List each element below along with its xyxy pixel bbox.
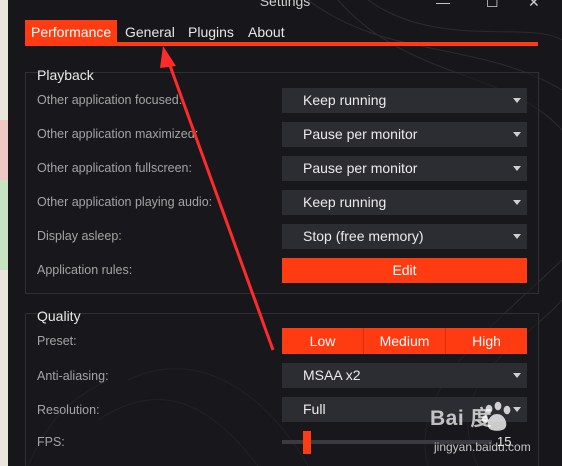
chevron-down-icon bbox=[513, 234, 521, 239]
title-bar: Settings — ☐ ✕ bbox=[8, 0, 562, 14]
fullscreen-value: Pause per monitor bbox=[303, 160, 418, 176]
audio-value: Keep running bbox=[303, 194, 387, 210]
preset-label: Preset: bbox=[37, 334, 77, 348]
maximized-dropdown[interactable]: Pause per monitor bbox=[282, 122, 527, 147]
preset-low-button[interactable]: Low bbox=[282, 328, 363, 354]
minimize-icon[interactable]: — bbox=[436, 0, 450, 10]
anti-aliasing-dropdown[interactable]: MSAA x2 bbox=[282, 363, 527, 388]
fullscreen-label: Other application fullscreen: bbox=[37, 161, 192, 175]
resolution-value: Full bbox=[303, 401, 326, 417]
playback-title: Playback bbox=[37, 67, 94, 83]
chevron-down-icon bbox=[513, 166, 521, 171]
quality-title: Quality bbox=[37, 308, 81, 324]
window-title: Settings bbox=[259, 0, 311, 9]
audio-label: Other application playing audio: bbox=[37, 195, 213, 209]
playback-group: Playback Other application focused: Keep… bbox=[25, 67, 539, 294]
chevron-down-icon bbox=[513, 98, 521, 103]
focused-label: Other application focused: bbox=[37, 93, 183, 107]
display-asleep-value: Stop (free memory) bbox=[303, 228, 424, 244]
display-asleep-label: Display asleep: bbox=[37, 229, 122, 243]
watermark-url: jingyan.baidu.com bbox=[434, 440, 531, 454]
resolution-label: Resolution: bbox=[37, 403, 100, 417]
maximized-label: Other application maximized: bbox=[37, 127, 199, 141]
focused-value: Keep running bbox=[303, 92, 387, 108]
chevron-down-icon bbox=[513, 200, 521, 205]
maximized-value: Pause per monitor bbox=[303, 126, 418, 142]
watermark-logo: Bai 度 bbox=[430, 407, 493, 430]
fullscreen-dropdown[interactable]: Pause per monitor bbox=[282, 156, 527, 181]
preset-high-button[interactable]: High bbox=[446, 328, 527, 354]
left-background-pink bbox=[0, 120, 8, 180]
preset-selector: Low Medium High bbox=[282, 328, 527, 354]
tab-underline bbox=[25, 42, 538, 46]
anti-aliasing-value: MSAA x2 bbox=[303, 367, 361, 383]
fps-slider-handle[interactable] bbox=[303, 431, 311, 454]
chevron-down-icon bbox=[513, 132, 521, 137]
settings-window: Settings — ☐ ✕ Performance General Plugi… bbox=[8, 0, 562, 466]
maximize-icon[interactable]: ☐ bbox=[486, 0, 499, 11]
chevron-down-icon bbox=[513, 373, 521, 378]
display-asleep-dropdown[interactable]: Stop (free memory) bbox=[282, 224, 527, 249]
audio-dropdown[interactable]: Keep running bbox=[282, 190, 527, 215]
application-rules-label: Application rules: bbox=[37, 263, 133, 277]
preset-medium-button[interactable]: Medium bbox=[364, 328, 445, 354]
watermark: Bai 度 jingyan.baidu.com bbox=[430, 400, 560, 460]
focused-dropdown[interactable]: Keep running bbox=[282, 88, 527, 113]
fps-label: FPS: bbox=[37, 435, 65, 449]
edit-rules-button[interactable]: Edit bbox=[282, 258, 527, 283]
left-background-green bbox=[0, 180, 8, 270]
close-icon[interactable]: ✕ bbox=[528, 0, 540, 11]
anti-aliasing-label: Anti-aliasing: bbox=[37, 369, 109, 383]
